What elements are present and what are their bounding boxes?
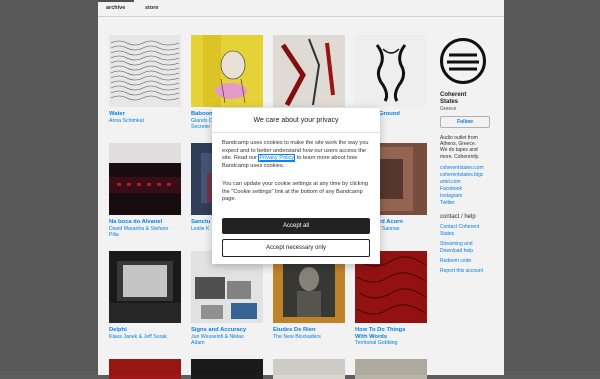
cookie-consent-dialog: We care about your privacy Bandcamp uses… [212, 108, 380, 264]
accept-all-button[interactable]: Accept all [222, 218, 370, 234]
accept-necessary-button[interactable]: Accept necessary only [222, 239, 370, 257]
cookie-settings-note: You can update your cookie settings at a… [222, 181, 368, 203]
cookie-explanation: Bandcamp uses cookies to make the site w… [222, 140, 372, 170]
dialog-title: We care about your privacy [212, 108, 380, 133]
privacy-policy-link[interactable]: Privacy Policy [258, 154, 296, 163]
